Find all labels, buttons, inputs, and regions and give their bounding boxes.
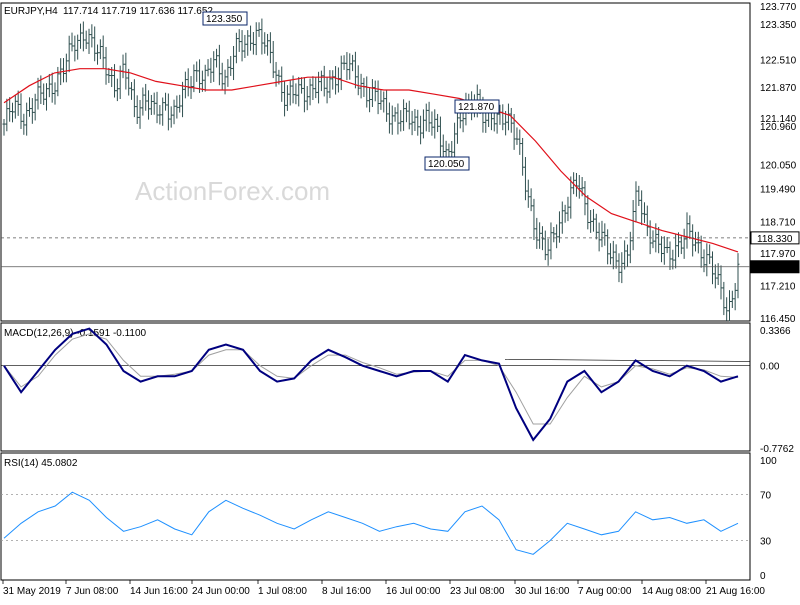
x-tick-label: 31 May 2019 [3,586,61,597]
chart-canvas: ActionForex.com EURJPY,H4 117.714 117.71… [0,2,800,597]
chart-root: ActionForex.com EURJPY,H4 117.714 117.71… [0,0,800,600]
macd-y-tick-label: 0.3366 [760,326,791,337]
price-y-tick-label: 122.510 [760,56,797,67]
x-tick-label: 8 Jul 16:00 [322,586,371,597]
macd-y-tick-label: -0.7762 [760,444,794,455]
x-tick-label: 30 Jul 16:00 [515,586,570,597]
macd-line [3,327,739,442]
x-tick-label: 7 Jun 08:00 [66,586,119,597]
watermark: ActionForex.com [135,176,330,206]
price-layer: 118.330 117.652 123.350 121.870 120.050 123.7… [1,2,800,325]
x-tick-label: 7 Aug 00:00 [578,586,632,597]
macd-y-tick-label: 0.00 [760,362,780,373]
price-level-label: 117.652 [757,263,793,274]
rsi-line [3,491,739,555]
x-tick-label: 23 Jul 08:00 [450,586,505,597]
x-tick-label: 24 Jun 00:00 [192,586,250,597]
price-y-tick-label: 123.770 [760,2,797,13]
price-y-tick-label: 118.710 [760,218,796,229]
price-level-label: 118.330 [757,234,793,245]
macd-trendline [504,359,751,362]
rsi-y-tick-label: 70 [760,491,772,502]
price-pane-frame [0,2,751,322]
axis-layer: 31 May 2019 7 Jun 08:00 14 Jun 16:00 24 Jun… [2,580,765,597]
macd-signal-line [3,333,739,425]
rsi-pane-frame [0,452,751,581]
rsi-y-tick-label: 0 [760,571,766,582]
price-annotation-label: 123.350 [206,14,243,25]
x-tick-label: 21 Aug 16:00 [706,586,765,597]
price-y-tick-label: 117.970 [760,249,796,260]
price-ohlc-label: 117.714 117.719 117.636 117.652 [63,6,213,17]
price-y-tick-label: 123.350 [760,20,797,31]
x-tick-label: 1 Jul 08:00 [258,586,307,597]
price-symbol-label: EURJPY,H4 [4,6,58,17]
macd-pane-frame [0,322,751,452]
x-tick-label: 16 Jul 00:00 [386,586,441,597]
price-y-tick-label: 116.450 [760,314,796,325]
macd-layer: 0.3366 0.00 -0.7762 [1,326,794,455]
rsi-label: RSI(14) 45.0802 [4,458,78,469]
price-y-tick-label: 120.050 [760,161,797,172]
x-tick-label: 14 Aug 08:00 [642,586,701,597]
price-y-tick-label: 117.210 [760,282,796,293]
x-tick-label: 14 Jun 16:00 [130,586,188,597]
price-y-tick-label: 120.960 [760,122,797,133]
rsi-layer: 100 70 30 0 [1,456,777,582]
price-y-tick-label: 119.490 [760,184,796,195]
price-annotation-label: 121.870 [458,102,495,113]
rsi-y-tick-label: 30 [760,537,772,548]
rsi-y-tick-label: 100 [760,456,777,467]
price-annotation-label: 120.050 [428,159,465,170]
price-y-tick-label: 121.870 [760,83,797,94]
